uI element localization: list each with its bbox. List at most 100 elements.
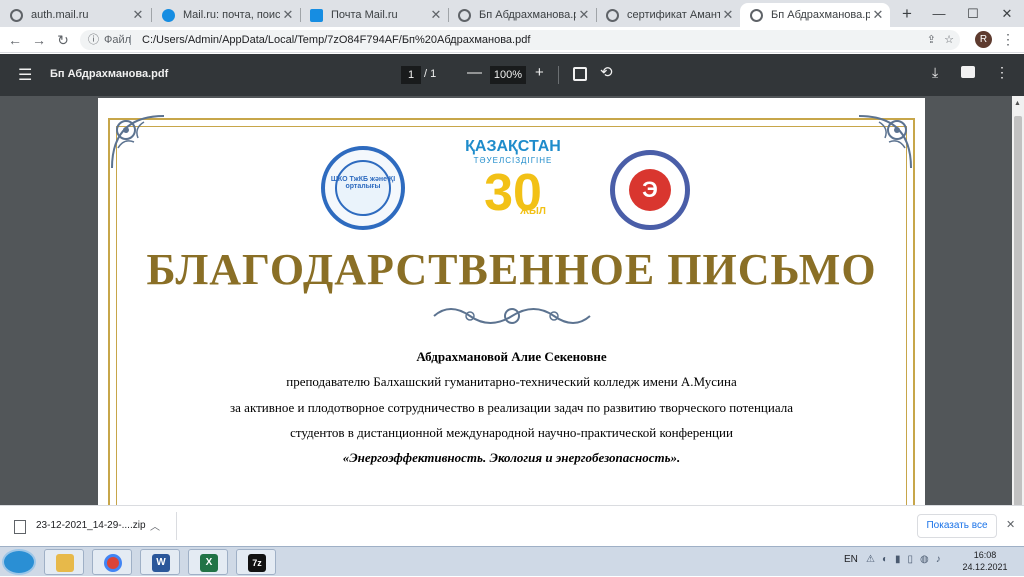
- toolbar-divider: [558, 66, 559, 84]
- toolbar: ← → ↻ ⓘ Файл C:/Users/Admin/AppData/Loca…: [0, 27, 1024, 53]
- show-all-button[interactable]: Показать все: [917, 514, 997, 538]
- share-icon[interactable]: ⇪: [927, 30, 936, 50]
- clock-date: 24.12.2021: [962, 562, 1008, 572]
- browser-menu-icon[interactable]: ⋮: [1001, 31, 1015, 48]
- close-icon[interactable]: ✕: [576, 7, 592, 23]
- globe-icon: [606, 8, 619, 22]
- divider-ornament: [433, 308, 591, 324]
- kz-logo-suffix: ЖЫЛ: [520, 206, 546, 217]
- system-clock[interactable]: 16:08 24.12.2021: [960, 549, 1010, 573]
- mail-icon: [310, 8, 323, 22]
- shelf-divider: [176, 512, 177, 540]
- taskbar-word[interactable]: W: [140, 549, 180, 575]
- more-options-icon[interactable]: ⋮: [995, 64, 1009, 81]
- back-button[interactable]: ←: [6, 31, 24, 49]
- start-button[interactable]: [2, 549, 36, 575]
- zip-file-icon: [14, 520, 26, 534]
- address-divider: [130, 35, 131, 45]
- kz-logo-word: ҚАЗАҚСТАН: [465, 138, 561, 155]
- language-indicator[interactable]: EN: [844, 554, 858, 565]
- folder-icon: [56, 554, 74, 572]
- tab-2[interactable]: Mail.ru: почта, поиск в и ✕: [152, 3, 300, 27]
- corner-ornament-left: [111, 115, 165, 169]
- close-icon[interactable]: ✕: [870, 7, 886, 23]
- kazakhstan-30-logo: ҚАЗАҚСТАН ТӘУЕЛСІЗДІГІНЕ 30 ЖЫЛ: [458, 138, 568, 221]
- body-line-1: преподавателю Балхашский гуманитарно-тех…: [286, 374, 737, 389]
- globe-icon: [750, 8, 763, 22]
- close-icon[interactable]: ✕: [428, 7, 444, 23]
- taskbar-excel[interactable]: X: [188, 549, 228, 575]
- corner-ornament-right: [858, 115, 912, 169]
- scroll-up-arrow[interactable]: ▲: [1014, 100, 1021, 107]
- globe-icon: [458, 8, 471, 22]
- kz-logo-number: 30: [484, 164, 542, 222]
- tab-3[interactable]: Почта Mail.ru ✕: [300, 3, 448, 27]
- college-logo-right: Э: [610, 150, 690, 230]
- minimize-button[interactable]: —: [922, 0, 956, 27]
- print-icon[interactable]: [961, 66, 975, 78]
- close-icon[interactable]: ✕: [720, 7, 736, 23]
- tab-1[interactable]: auth.mail.ru ✕: [0, 3, 150, 27]
- zoom-input[interactable]: 100%: [490, 66, 526, 84]
- tab-title: Бп Абдрахманова.pdf: [479, 9, 576, 21]
- page-number-input[interactable]: 1: [401, 66, 421, 84]
- college-logo-left: ШКО ТжКБ және ҚІ орталығы: [321, 146, 405, 230]
- tab-title: сертификат Амантаев.p: [627, 9, 720, 21]
- maximize-button[interactable]: ☐: [956, 0, 990, 27]
- page-total: / 1: [424, 68, 437, 80]
- document-title: БЛАГОДАРСТВЕННОЕ ПИСЬМО: [146, 245, 877, 294]
- chrome-icon: [104, 554, 122, 572]
- recipient-name: Абдрахмановой Алие Секеновне: [416, 349, 607, 364]
- pdf-viewer[interactable]: ШКО ТжКБ және ҚІ орталығы ҚАЗАҚСТАН ТӘУЕ…: [0, 96, 1024, 505]
- scrollbar-thumb[interactable]: [1014, 116, 1022, 505]
- tab-title: Mail.ru: почта, поиск в и: [183, 9, 280, 21]
- excel-icon: X: [200, 554, 218, 572]
- profile-avatar[interactable]: R: [975, 31, 992, 48]
- conference-title: «Энергоэффективность. Экология и энергоб…: [342, 450, 681, 465]
- tab-title: Почта Mail.ru: [331, 9, 398, 21]
- pdf-toolbar: ☰ Бп Абдрахманова.pdf 1 / 1 — 100% + ⟲ ⤓…: [0, 54, 1024, 96]
- clock-time: 16:08: [973, 550, 997, 560]
- forward-button[interactable]: →: [30, 31, 48, 49]
- taskbar-chrome[interactable]: [92, 549, 132, 575]
- info-icon[interactable]: ⓘ: [88, 30, 99, 50]
- pdf-filename: Бп Абдрахманова.pdf: [50, 68, 169, 80]
- scheme-label: Файл: [104, 34, 132, 46]
- taskbar-explorer[interactable]: [44, 549, 84, 575]
- zoom-out-button[interactable]: —: [467, 64, 482, 81]
- tray-icons[interactable]: ⚠◐▮▯◍♪: [866, 554, 966, 565]
- chevron-up-icon[interactable]: ︿: [150, 518, 160, 533]
- address-bar[interactable]: ⓘ Файл C:/Users/Admin/AppData/Local/Temp…: [80, 30, 960, 50]
- fit-to-page-icon[interactable]: [573, 67, 587, 81]
- tab-6-active[interactable]: Бп Абдрахманова.pdf ✕: [740, 3, 890, 27]
- url-text[interactable]: C:/Users/Admin/AppData/Local/Temp/7zO84F…: [142, 30, 530, 50]
- bookmark-star-icon[interactable]: ☆: [944, 30, 954, 50]
- zoom-in-button[interactable]: +: [535, 64, 544, 81]
- close-icon[interactable]: ✕: [280, 7, 296, 23]
- download-shelf: 23-12-2021_14-29-....zip ︿ Показать все …: [0, 505, 1024, 546]
- tab-4[interactable]: Бп Абдрахманова.pdf ✕: [448, 3, 596, 27]
- close-icon[interactable]: ✕: [1006, 518, 1015, 531]
- menu-icon[interactable]: ☰: [18, 65, 32, 85]
- tab-5[interactable]: сертификат Амантаев.p ✕: [596, 3, 740, 27]
- reload-button[interactable]: ↻: [54, 31, 72, 49]
- body-line-3: студентов в дистанционной международной …: [290, 425, 733, 440]
- mailru-icon: [162, 8, 175, 22]
- windows-taskbar: W X 7z EN ⚠◐▮▯◍♪ 16:08 24.12.2021: [0, 546, 1024, 576]
- tab-strip: auth.mail.ru ✕ Mail.ru: почта, поиск в и…: [0, 0, 1024, 27]
- download-icon[interactable]: ⤓: [932, 64, 938, 81]
- logo-right-letter: Э: [642, 177, 658, 202]
- close-window-button[interactable]: ✕: [990, 0, 1024, 27]
- scrollbar[interactable]: ▲: [1012, 96, 1024, 505]
- new-tab-button[interactable]: +: [896, 3, 918, 25]
- rotate-icon[interactable]: ⟲: [600, 63, 613, 81]
- taskbar-7zip[interactable]: 7z: [236, 549, 276, 575]
- word-icon: W: [152, 554, 170, 572]
- close-icon[interactable]: ✕: [130, 7, 146, 23]
- globe-icon: [10, 8, 23, 22]
- body-line-2: за активное и плодотворное сотрудничеств…: [230, 400, 793, 415]
- pdf-page: ШКО ТжКБ және ҚІ орталығы ҚАЗАҚСТАН ТӘУЕ…: [98, 98, 925, 505]
- tab-title: auth.mail.ru: [31, 9, 89, 21]
- download-item[interactable]: 23-12-2021_14-29-....zip: [36, 520, 146, 531]
- tab-title: Бп Абдрахманова.pdf: [771, 9, 870, 21]
